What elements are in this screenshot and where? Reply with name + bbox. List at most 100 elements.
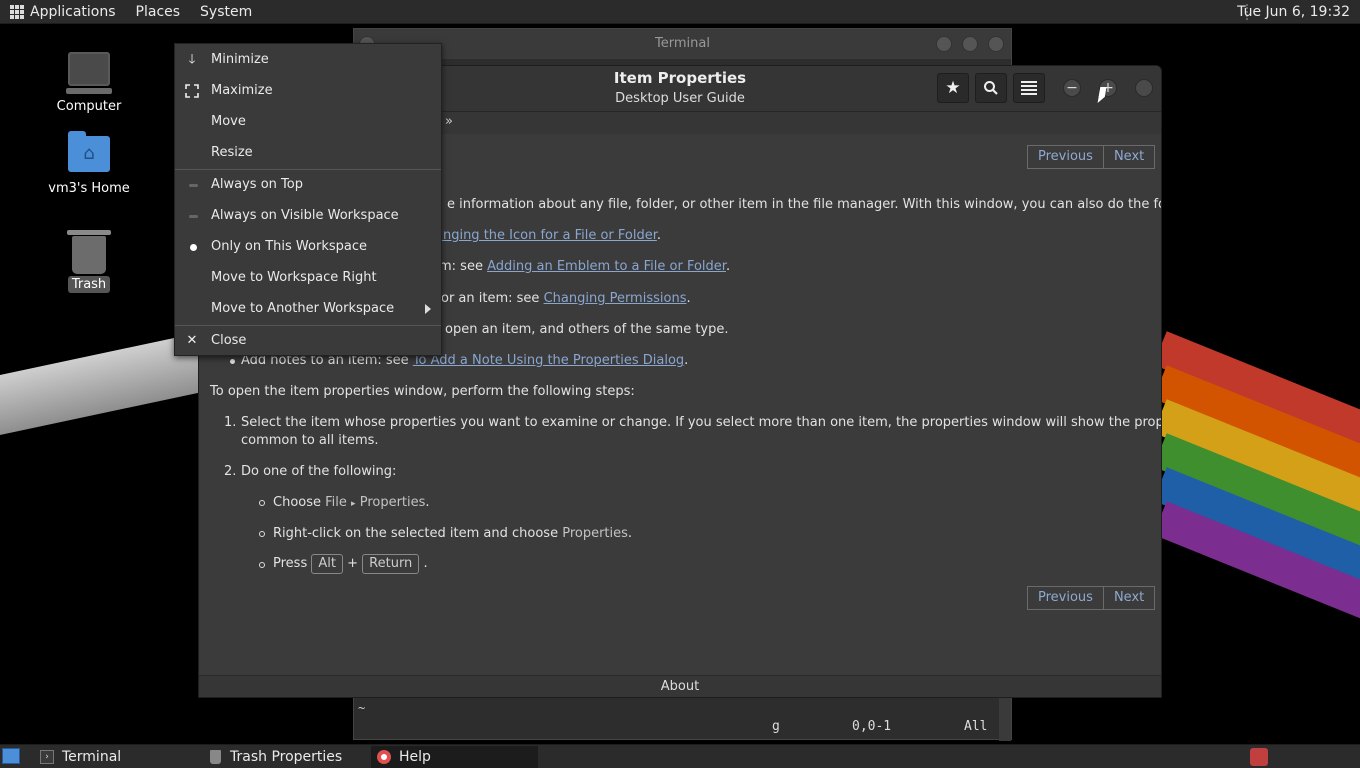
step-number: 1.: [224, 415, 237, 430]
list-item: anging the Icon for a File or Folder.: [435, 228, 662, 243]
key-return: Return: [362, 554, 420, 574]
minimize-icon: −: [1066, 80, 1078, 96]
window-menu: 🡓 Minimize Maximize Move Resize Always o…: [174, 43, 442, 356]
desktop-icon-home[interactable]: vm3's Home: [44, 131, 134, 197]
nav-top: Previous Next: [1027, 145, 1156, 169]
terminal-icon: ›: [40, 750, 54, 764]
trash-icon: [210, 750, 221, 764]
menu-button[interactable]: [1013, 73, 1045, 103]
link-add-emblem[interactable]: Adding an Emblem to a File or Folder: [487, 259, 726, 274]
clock[interactable]: Tue Jun 6, 19:32: [1237, 4, 1350, 20]
terminal-minimize-button[interactable]: [936, 36, 952, 52]
gui-properties: Properties: [562, 526, 628, 541]
desktop-icon-label: Trash: [67, 276, 111, 293]
next-button[interactable]: Next: [1103, 586, 1156, 610]
terminal-tilde: ~: [358, 701, 366, 715]
search-button[interactable]: [975, 73, 1007, 103]
star-icon: ★: [945, 78, 961, 98]
list-item: Choose File ▸ Properties.: [273, 495, 430, 510]
menu-item-close[interactable]: ✕ Close: [175, 327, 441, 355]
task-trash-properties[interactable]: Trash Properties: [202, 746, 368, 768]
list-item: m: see Adding an Emblem to a File or Fol…: [439, 259, 731, 274]
list-item: or an item: see Changing Permissions.: [441, 291, 691, 306]
hamburger-menu-icon: [1021, 81, 1037, 95]
top-panel: Applications Places System Tue Jun 6, 19…: [0, 0, 1360, 24]
terminal-scrollbar[interactable]: [999, 697, 1011, 741]
task-help[interactable]: Help: [371, 746, 538, 768]
menu-item-always-on-top[interactable]: Always on Top: [175, 171, 441, 199]
desktop-icon-trash[interactable]: Trash: [44, 230, 134, 293]
bullet: [259, 562, 265, 568]
menu-applications[interactable]: Applications: [30, 4, 116, 20]
menu-item-only-this-workspace[interactable]: Only on This Workspace: [175, 233, 441, 261]
menu-places[interactable]: Places: [136, 4, 181, 20]
applications-grid-icon[interactable]: [10, 4, 24, 19]
breadcrumb[interactable]: »: [445, 114, 453, 129]
submenu-arrow-icon: [425, 304, 431, 314]
terminal-titlebar[interactable]: Terminal: [354, 29, 1011, 59]
menu-separator: [175, 169, 441, 170]
status-all: All: [964, 719, 988, 734]
list-item: Right-click on the selected item and cho…: [273, 526, 633, 541]
nav-bottom: Previous Next: [1027, 586, 1156, 610]
link-change-icon[interactable]: anging the Icon for a File or Folder: [435, 228, 657, 243]
minimize-button[interactable]: −: [1063, 79, 1081, 97]
status-position: 0,0-1: [852, 719, 892, 734]
show-desktop-icon[interactable]: [2, 748, 20, 764]
background-rainbow: [1160, 330, 1360, 670]
bullet: [230, 359, 235, 364]
step-text: Do one of the following:: [241, 464, 397, 479]
status-command: g: [772, 719, 780, 734]
menu-item-resize[interactable]: Resize: [175, 139, 441, 167]
desktop-icon-label: Computer: [56, 99, 122, 114]
bullet: [259, 500, 265, 506]
menu-item-move-another-workspace[interactable]: Move to Another Workspace: [175, 295, 441, 323]
step-text: common to all items.: [241, 433, 379, 448]
radio-off-icon: [189, 184, 198, 187]
gui-file: File: [325, 495, 347, 510]
menu-item-maximize[interactable]: Maximize: [175, 77, 441, 105]
next-button[interactable]: Next: [1103, 145, 1156, 169]
steps-intro: To open the item properties window, perf…: [210, 384, 635, 399]
intro-text: e information about any file, folder, or…: [447, 197, 1162, 212]
terminal-title: Terminal: [655, 36, 710, 51]
help-lifebuoy-icon: [377, 750, 391, 764]
menu-system[interactable]: System: [200, 4, 252, 20]
step-text: Select the item whose properties you wan…: [241, 415, 1161, 430]
bookmark-button[interactable]: ★: [937, 73, 969, 103]
menu-item-move[interactable]: Move: [175, 108, 441, 136]
menu-arrow-icon: ▸: [351, 499, 356, 509]
task-terminal[interactable]: › Terminal: [34, 746, 200, 768]
maximize-icon: [184, 77, 200, 109]
terminal-maximize-button[interactable]: [962, 36, 978, 52]
computer-icon: [66, 52, 112, 94]
bullet: [259, 531, 265, 537]
search-icon: [984, 81, 998, 95]
menu-item-move-workspace-right[interactable]: Move to Workspace Right: [175, 264, 441, 292]
radio-off-icon: [189, 215, 198, 218]
menu-item-always-visible-workspace[interactable]: Always on Visible Workspace: [175, 202, 441, 230]
step-number: 2.: [224, 464, 237, 479]
desktop-icon-label: vm3's Home: [48, 181, 130, 196]
desktop-icon-computer[interactable]: Computer: [44, 52, 134, 115]
previous-button[interactable]: Previous: [1027, 586, 1104, 610]
radio-on-icon: [190, 244, 197, 251]
close-button[interactable]: [1135, 79, 1153, 97]
trash-icon: [67, 230, 111, 274]
key-alt: Alt: [311, 554, 343, 574]
link-change-permissions[interactable]: Changing Permissions: [544, 291, 687, 306]
trash-applet-icon[interactable]: [1250, 748, 1268, 766]
previous-button[interactable]: Previous: [1027, 145, 1104, 169]
close-icon: ✕: [186, 333, 198, 348]
gui-properties: Properties: [359, 495, 426, 510]
terminal-status-line: g 0,0-1 All: [354, 719, 997, 739]
about-link[interactable]: About: [199, 675, 1161, 697]
link-add-note[interactable]: To Add a Note Using the Properties Dialo…: [413, 353, 684, 368]
list-item: Press Alt + Return .: [273, 554, 428, 574]
home-folder-icon: [68, 131, 110, 172]
list-item: open an item, and others of the same typ…: [445, 322, 729, 337]
arrow-down-icon: 🡓: [188, 52, 196, 67]
terminal-close-button[interactable]: [988, 36, 1004, 52]
bottom-taskbar: › Terminal Trash Properties Help: [0, 744, 1360, 768]
menu-item-minimize[interactable]: 🡓 Minimize: [175, 46, 441, 74]
